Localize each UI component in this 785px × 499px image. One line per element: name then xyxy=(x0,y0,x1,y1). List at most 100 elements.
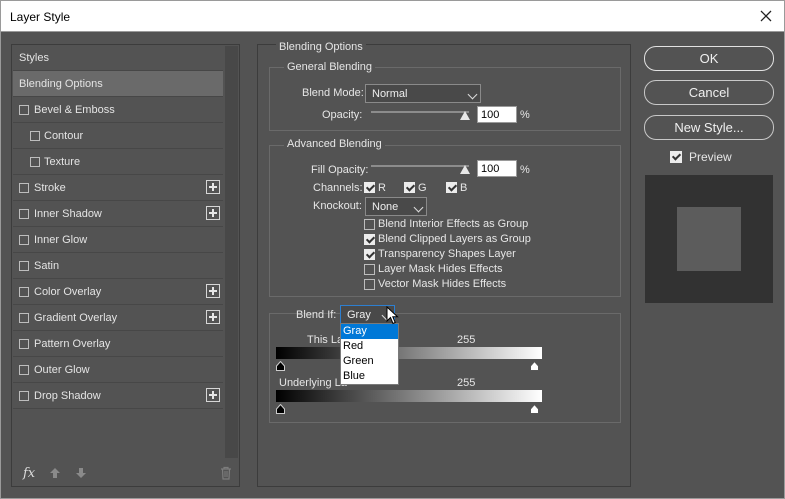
channel-g-label: G xyxy=(418,182,427,194)
blend-interior-checkbox[interactable] xyxy=(364,219,375,230)
sidebar-item-styles[interactable]: Styles xyxy=(13,45,223,71)
sidebar-item-label: Color Overlay xyxy=(34,286,102,298)
sidebar-item-bevel-emboss[interactable]: Bevel & Emboss xyxy=(13,97,223,123)
blend-clipped-checkbox[interactable] xyxy=(364,234,375,245)
inner-shadow-checkbox[interactable] xyxy=(19,209,29,219)
preview-label: Preview xyxy=(689,150,732,164)
underlying-layer-max: 255 xyxy=(457,377,476,389)
underlying-white-stop[interactable] xyxy=(530,403,539,414)
sidebar-item-drop-shadow[interactable]: Drop Shadow xyxy=(13,383,223,409)
sidebar-item-color-overlay[interactable]: Color Overlay xyxy=(13,279,223,305)
sidebar-item-satin[interactable]: Satin xyxy=(13,253,223,279)
underlying-layer-gradient[interactable] xyxy=(276,390,542,402)
blend-if-dropdown-list: Gray Red Green Blue xyxy=(340,323,399,385)
fill-opacity-input[interactable]: 100 xyxy=(477,160,517,177)
fx-icon[interactable]: fx xyxy=(23,466,35,481)
sidebar-item-inner-glow[interactable]: Inner Glow xyxy=(13,227,223,253)
channel-r-label: R xyxy=(378,182,386,194)
this-layer-label: This La xyxy=(307,334,344,346)
contour-checkbox[interactable] xyxy=(30,131,40,141)
trash-icon[interactable] xyxy=(220,466,232,480)
opacity-slider-thumb[interactable] xyxy=(460,111,470,120)
sidebar-item-gradient-overlay[interactable]: Gradient Overlay xyxy=(13,305,223,331)
sidebar-item-label: Styles xyxy=(19,52,49,64)
opacity-input[interactable]: 100 xyxy=(477,106,517,123)
knockout-value: None xyxy=(372,201,399,213)
cancel-button[interactable]: Cancel xyxy=(644,80,774,105)
preview-checkbox[interactable] xyxy=(670,151,682,163)
sidebar-item-label: Stroke xyxy=(34,182,66,194)
move-down-icon[interactable] xyxy=(75,466,87,480)
title-bar: Layer Style xyxy=(0,0,785,32)
channel-g-checkbox[interactable] xyxy=(404,182,415,193)
sidebar-item-outer-glow[interactable]: Outer Glow xyxy=(13,357,223,383)
channel-b-checkbox[interactable] xyxy=(446,182,457,193)
ok-button[interactable]: OK xyxy=(644,46,774,71)
sidebar-item-blending-options[interactable]: Blending Options xyxy=(13,71,223,97)
knockout-label: Knockout: xyxy=(313,200,362,212)
blend-mode-value: Normal xyxy=(372,88,408,100)
outer-glow-checkbox[interactable] xyxy=(19,365,29,375)
blend-if-option-green[interactable]: Green xyxy=(341,354,398,369)
move-up-icon[interactable] xyxy=(49,466,61,480)
channel-b-label: B xyxy=(460,182,468,194)
general-blending-title: General Blending xyxy=(284,61,376,73)
blending-options-title: Blending Options xyxy=(276,41,366,53)
chevron-down-icon xyxy=(467,89,478,100)
new-style-button[interactable]: New Style... xyxy=(644,115,774,140)
sidebar-item-texture[interactable]: Texture xyxy=(13,149,223,175)
add-color-overlay-icon[interactable] xyxy=(206,284,220,298)
this-layer-max: 255 xyxy=(457,334,476,346)
sidebar-item-pattern-overlay[interactable]: Pattern Overlay xyxy=(13,331,223,357)
close-icon[interactable] xyxy=(756,6,776,26)
color-overlay-checkbox[interactable] xyxy=(19,287,29,297)
pattern-overlay-checkbox[interactable] xyxy=(19,339,29,349)
blend-if-value: Gray xyxy=(347,309,371,321)
sidebar-item-label: Outer Glow xyxy=(34,364,90,376)
opacity-slider[interactable] xyxy=(371,111,469,113)
inner-glow-checkbox[interactable] xyxy=(19,235,29,245)
window-title: Layer Style xyxy=(10,10,71,24)
add-drop-shadow-icon[interactable] xyxy=(206,388,220,402)
add-stroke-icon[interactable] xyxy=(206,180,220,194)
sidebar-item-label: Contour xyxy=(44,130,84,142)
knockout-select[interactable]: None xyxy=(365,197,427,216)
vector-mask-hides-label: Vector Mask Hides Effects xyxy=(378,278,507,290)
stroke-checkbox[interactable] xyxy=(19,183,29,193)
blend-mode-select[interactable]: Normal xyxy=(365,84,481,103)
sidebar-item-contour[interactable]: Contour xyxy=(13,123,223,149)
blend-if-option-gray[interactable]: Gray xyxy=(341,324,398,339)
drop-shadow-checkbox[interactable] xyxy=(19,391,29,401)
preview-thumbnail xyxy=(645,175,773,303)
vector-mask-hides-checkbox[interactable] xyxy=(364,279,375,290)
this-layer-gradient[interactable] xyxy=(276,347,542,359)
add-inner-shadow-icon[interactable] xyxy=(206,206,220,220)
add-gradient-overlay-icon[interactable] xyxy=(206,310,220,324)
underlying-black-stop[interactable] xyxy=(276,403,285,414)
fill-opacity-label: Fill Opacity: xyxy=(311,164,369,176)
layer-mask-hides-checkbox[interactable] xyxy=(364,264,375,275)
sidebar-item-stroke[interactable]: Stroke xyxy=(13,175,223,201)
sidebar-item-label: Bevel & Emboss xyxy=(34,104,115,116)
opacity-unit: % xyxy=(520,109,530,121)
sidebar-item-inner-shadow[interactable]: Inner Shadow xyxy=(13,201,223,227)
styles-toolbar: fx xyxy=(13,461,239,486)
bevel-emboss-checkbox[interactable] xyxy=(19,105,29,115)
blend-if-option-red[interactable]: Red xyxy=(341,339,398,354)
fill-opacity-slider[interactable] xyxy=(371,165,469,167)
transparency-shapes-checkbox[interactable] xyxy=(364,249,375,260)
texture-checkbox[interactable] xyxy=(30,157,40,167)
this-layer-white-stop[interactable] xyxy=(530,360,539,371)
satin-checkbox[interactable] xyxy=(19,261,29,271)
sidebar-item-label: Blending Options xyxy=(19,78,103,90)
styles-scrollbar[interactable] xyxy=(225,46,238,458)
blend-if-label: Blend If: xyxy=(296,309,337,321)
this-layer-black-stop[interactable] xyxy=(276,360,285,371)
layer-mask-hides-label: Layer Mask Hides Effects xyxy=(378,263,503,275)
blend-if-option-blue[interactable]: Blue xyxy=(341,369,398,384)
fill-opacity-slider-thumb[interactable] xyxy=(460,165,470,174)
gradient-overlay-checkbox[interactable] xyxy=(19,313,29,323)
mouse-cursor-icon xyxy=(386,305,400,326)
sidebar-item-label: Texture xyxy=(44,156,81,168)
channel-r-checkbox[interactable] xyxy=(364,182,375,193)
